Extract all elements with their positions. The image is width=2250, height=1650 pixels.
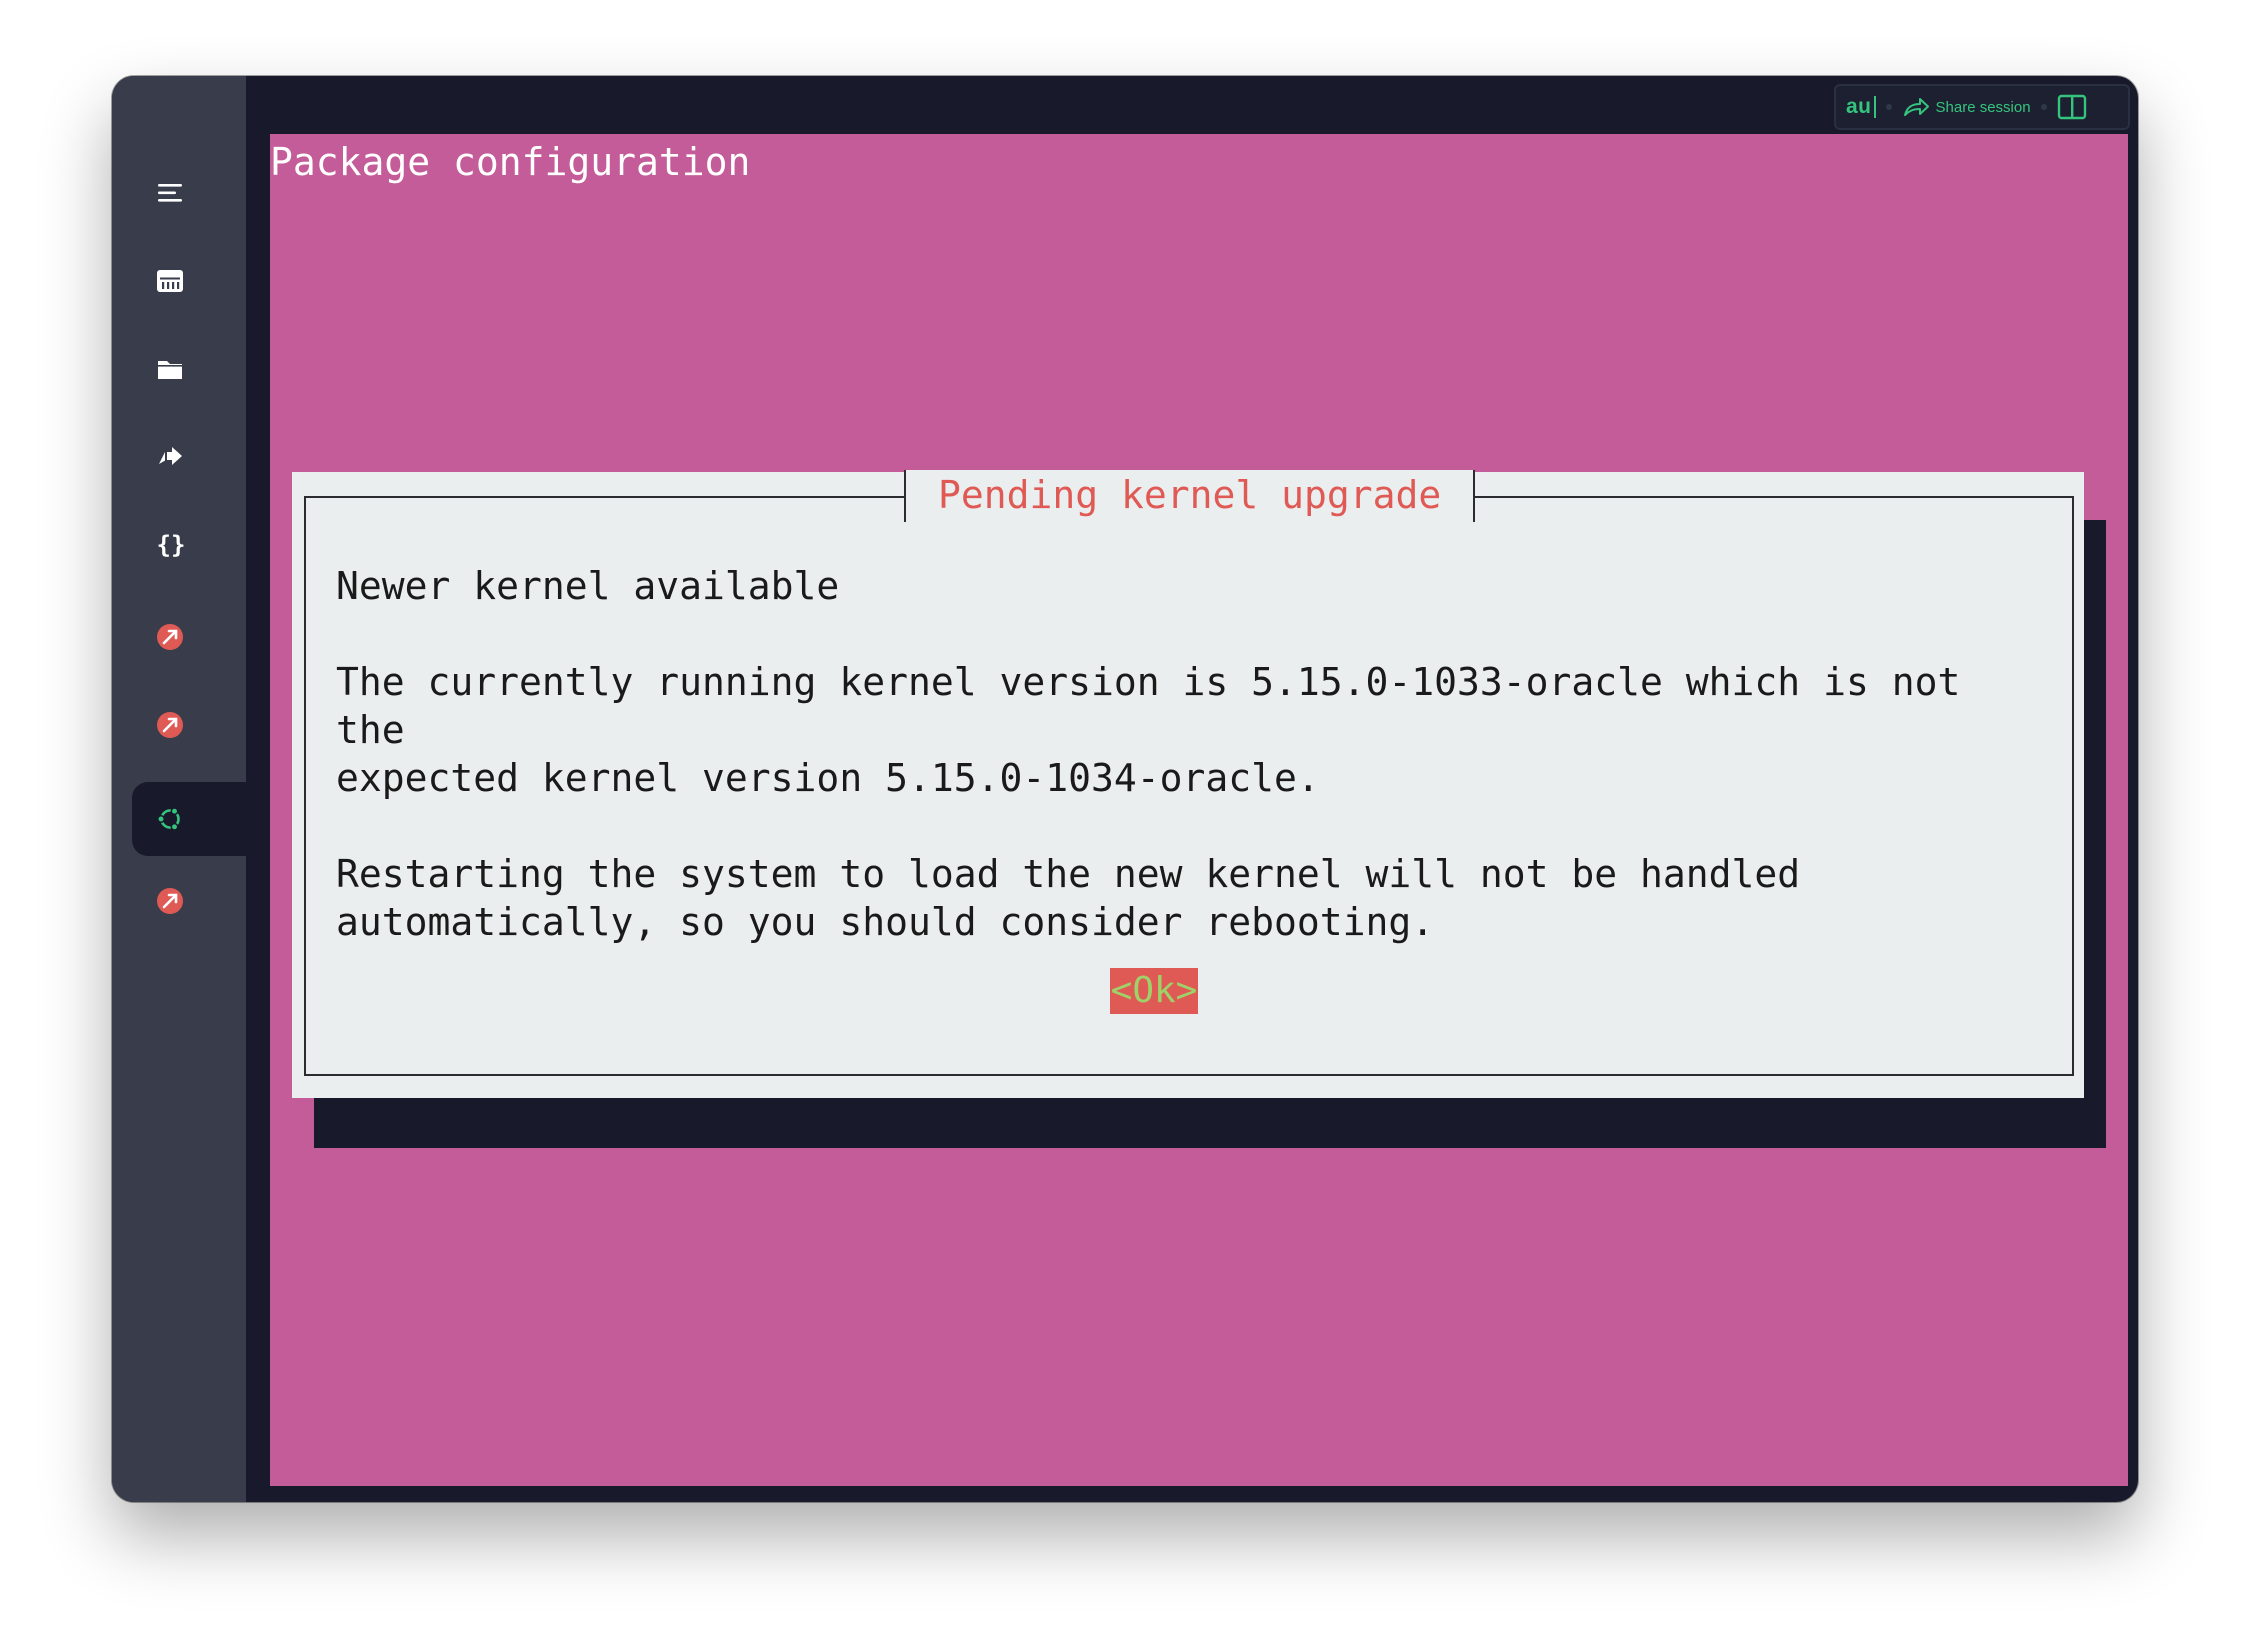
menu-icon <box>158 184 182 202</box>
ubuntu-icon <box>157 807 180 831</box>
sidebar-item-ubuntu-session[interactable] <box>132 782 246 856</box>
connection-red-icon <box>157 624 183 650</box>
sidebar-item-port-forwarding[interactable] <box>132 420 246 494</box>
ok-button[interactable]: <Ok> <box>1110 968 1198 1014</box>
sidebar-item-hosts[interactable] <box>132 244 246 318</box>
sidebar: {} <box>112 76 246 1502</box>
sidebar-item-files[interactable] <box>132 332 246 406</box>
dialog-body: Newer kernel available The currently run… <box>336 562 2044 994</box>
package-configuration-title: Package configuration <box>270 140 751 184</box>
sidebar-item-menu[interactable] <box>132 156 246 230</box>
share-session-button[interactable]: Share session <box>1936 99 2031 116</box>
sidebar-item-snippets[interactable]: {} <box>132 508 246 582</box>
separator-dot <box>2040 104 2047 110</box>
share-arrow-icon[interactable] <box>1902 95 1930 119</box>
pending-kernel-dialog: Pending kernel upgrade Newer kernel avai… <box>292 470 2084 1098</box>
sidebar-item-connection-3[interactable] <box>132 864 246 938</box>
snippets-braces-icon: {} <box>157 531 186 559</box>
split-view-icon[interactable] <box>2057 94 2087 120</box>
text-cursor <box>1873 96 1876 118</box>
dialog-paragraph-restart: Restarting the system to load the new ke… <box>336 852 1801 944</box>
dialog-paragraph-kernel-version: The currently running kernel version is … <box>336 660 1961 800</box>
connection-red-icon <box>157 712 183 738</box>
port-forward-icon <box>159 447 182 465</box>
dialog-title: Pending kernel upgrade <box>904 470 1476 522</box>
separator-dot <box>1885 104 1892 110</box>
folder-icon <box>158 361 182 379</box>
session-toolbar: au Share session <box>1834 84 2130 130</box>
sidebar-item-connection-2[interactable] <box>132 688 246 762</box>
terminal-viewport[interactable]: Package configuration Pending kernel upg… <box>270 134 2128 1486</box>
connection-red-icon <box>157 888 183 914</box>
hosts-grid-icon <box>157 270 183 292</box>
sidebar-item-connection-1[interactable] <box>132 600 246 674</box>
app-badge: au <box>1846 95 1872 118</box>
terminal-app-window: {} au Share session Package configuratio… <box>112 76 2138 1502</box>
svg-text:{}: {} <box>157 531 186 559</box>
dialog-heading: Newer kernel available <box>336 564 840 608</box>
